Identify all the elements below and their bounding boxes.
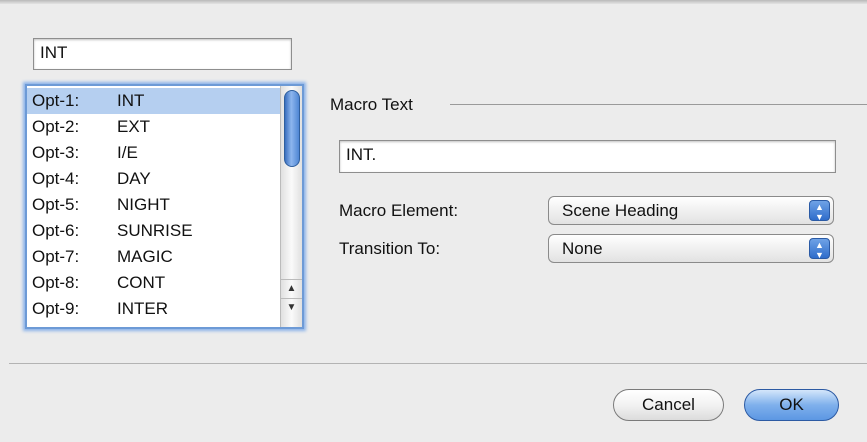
macro-element-value: Scene Heading bbox=[562, 201, 679, 220]
list-item-value: CONT bbox=[117, 273, 166, 292]
transition-to-label: Transition To: bbox=[339, 239, 441, 258]
macro-list[interactable]: Opt-1: INT Opt-2: EXT Opt-3: I/E Opt-4: … bbox=[25, 84, 304, 329]
list-item-key: Opt-1: bbox=[32, 91, 80, 110]
footer-separator bbox=[9, 363, 867, 364]
list-item-key: Opt-4: bbox=[32, 169, 80, 188]
list-item[interactable]: Opt-9: INTER bbox=[27, 296, 281, 322]
list-item-value: INTER bbox=[117, 299, 168, 318]
list-item-value: INT bbox=[117, 91, 145, 110]
transition-to-value: None bbox=[562, 239, 603, 258]
group-divider bbox=[450, 104, 867, 105]
list-item-key: Opt-9: bbox=[32, 299, 80, 318]
macro-text-field[interactable]: INT. bbox=[339, 140, 836, 173]
window-top-edge bbox=[0, 0, 867, 4]
list-item-value: I/E bbox=[117, 143, 138, 162]
list-item[interactable]: Opt-5: NIGHT bbox=[27, 192, 281, 218]
macro-name-field[interactable]: INT bbox=[33, 38, 292, 70]
list-item-key: Opt-5: bbox=[32, 195, 80, 214]
list-item-value: DAY bbox=[117, 169, 151, 188]
list-item[interactable]: Opt-4: DAY bbox=[27, 166, 281, 192]
list-item-key: Opt-2: bbox=[32, 117, 80, 136]
list-item[interactable]: Opt-2: EXT bbox=[27, 114, 281, 140]
macro-element-popup[interactable]: Scene Heading ▲ ▼ bbox=[548, 196, 834, 225]
list-item-key: Opt-7: bbox=[32, 247, 80, 266]
ok-button[interactable]: OK bbox=[744, 389, 839, 421]
macro-element-label: Macro Element: bbox=[339, 201, 459, 220]
transition-to-popup[interactable]: None ▲ ▼ bbox=[548, 234, 834, 263]
list-item-key: Opt-3: bbox=[32, 143, 80, 162]
list-item[interactable]: Opt-3: I/E bbox=[27, 140, 281, 166]
list-item[interactable]: Opt-1: INT bbox=[27, 88, 281, 114]
scrollbar-thumb[interactable] bbox=[284, 90, 300, 167]
list-item[interactable]: Opt-7: MAGIC bbox=[27, 244, 281, 270]
list-item-value: SUNRISE bbox=[117, 221, 193, 240]
list-item-key: Opt-6: bbox=[32, 221, 80, 240]
list-scrollbar[interactable]: ▲ ▼ bbox=[280, 86, 302, 327]
up-arrow-icon[interactable]: ▲ bbox=[281, 279, 302, 298]
list-item-value: NIGHT bbox=[117, 195, 170, 214]
macro-text-title: Macro Text bbox=[330, 95, 413, 114]
list-item-key: Opt-8: bbox=[32, 273, 80, 292]
cancel-button[interactable]: Cancel bbox=[613, 389, 724, 421]
list-item-value: MAGIC bbox=[117, 247, 173, 266]
up-down-stepper-icon: ▲ ▼ bbox=[809, 200, 830, 222]
list-item-value: EXT bbox=[117, 117, 151, 136]
list-item[interactable]: Opt-8: CONT bbox=[27, 270, 281, 296]
up-down-stepper-icon: ▲ ▼ bbox=[809, 238, 830, 260]
down-arrow-icon[interactable]: ▼ bbox=[281, 298, 302, 317]
list-item[interactable]: Opt-6: SUNRISE bbox=[27, 218, 281, 244]
